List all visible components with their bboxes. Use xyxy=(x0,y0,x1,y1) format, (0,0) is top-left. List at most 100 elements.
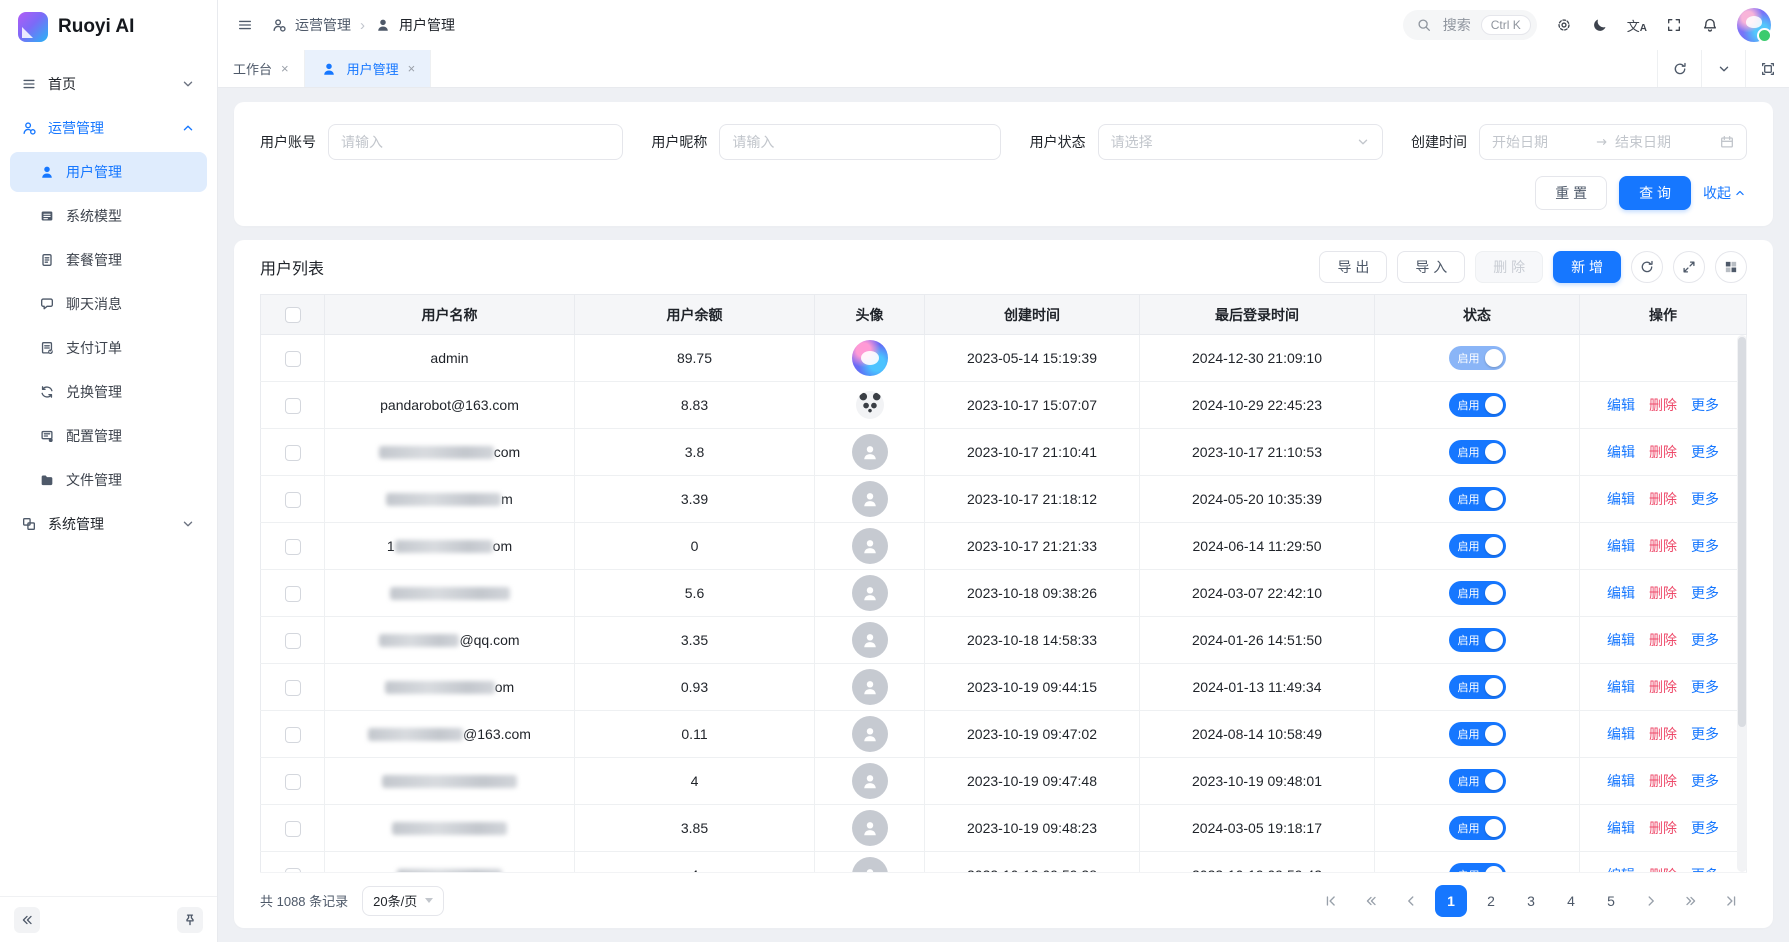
status-toggle[interactable]: 启用 xyxy=(1449,534,1506,558)
page-button[interactable]: 2 xyxy=(1475,885,1507,917)
row-checkbox[interactable] xyxy=(285,492,301,508)
sidebar-collapse-button[interactable] xyxy=(14,907,40,933)
close-icon[interactable]: × xyxy=(281,61,289,76)
delete-link[interactable]: 删除 xyxy=(1649,397,1677,413)
global-search[interactable]: 搜索 Ctrl K xyxy=(1403,10,1537,40)
more-link[interactable]: 更多 xyxy=(1691,444,1719,460)
sidebar-item[interactable]: 聊天消息 xyxy=(10,284,207,324)
edit-link[interactable]: 编辑 xyxy=(1607,679,1635,695)
breadcrumb-item-users[interactable]: 用户管理 xyxy=(374,15,455,35)
delete-link[interactable]: 删除 xyxy=(1649,538,1677,554)
jump-forward-button[interactable] xyxy=(1675,885,1707,917)
edit-link[interactable]: 编辑 xyxy=(1607,585,1635,601)
status-toggle[interactable]: 启用 xyxy=(1449,581,1506,605)
sidebar-item[interactable]: 用户管理 xyxy=(10,152,207,192)
edit-link[interactable]: 编辑 xyxy=(1607,820,1635,836)
edit-link[interactable]: 编辑 xyxy=(1607,397,1635,413)
row-checkbox[interactable] xyxy=(285,774,301,790)
delete-link[interactable]: 删除 xyxy=(1649,491,1677,507)
sidebar-item[interactable]: 系统模型 xyxy=(10,196,207,236)
status-toggle[interactable]: 启用 xyxy=(1449,393,1506,417)
status-toggle[interactable]: 启用 xyxy=(1449,675,1506,699)
more-link[interactable]: 更多 xyxy=(1691,397,1719,413)
add-button[interactable]: 新 增 xyxy=(1553,251,1621,283)
more-link[interactable]: 更多 xyxy=(1691,632,1719,648)
collapse-filters-link[interactable]: 收起 xyxy=(1703,183,1747,203)
page-button[interactable]: 5 xyxy=(1595,885,1627,917)
edit-link[interactable]: 编辑 xyxy=(1607,538,1635,554)
sidebar-group[interactable]: 系统管理 xyxy=(10,504,207,544)
more-link[interactable]: 更多 xyxy=(1691,773,1719,789)
breadcrumb-item-operations[interactable]: 运营管理 xyxy=(270,15,351,35)
more-link[interactable]: 更多 xyxy=(1691,679,1719,695)
page-size-select[interactable]: 20条/页 xyxy=(362,886,444,916)
date-range-picker[interactable] xyxy=(1479,124,1747,160)
delete-link[interactable]: 删除 xyxy=(1649,726,1677,742)
status-toggle[interactable]: 启用 xyxy=(1449,722,1506,746)
language-translate-icon[interactable]: 文A xyxy=(1627,16,1647,35)
select-all-checkbox[interactable] xyxy=(285,307,301,323)
status-select[interactable]: 请选择 xyxy=(1098,124,1383,160)
row-checkbox[interactable] xyxy=(285,727,301,743)
settings-gear-icon[interactable] xyxy=(1555,16,1573,34)
export-button[interactable]: 导 出 xyxy=(1319,251,1387,283)
status-toggle[interactable]: 启用 xyxy=(1449,628,1506,652)
edit-link[interactable]: 编辑 xyxy=(1607,632,1635,648)
query-button[interactable]: 查 询 xyxy=(1619,176,1691,210)
sidebar-group[interactable]: 首页 xyxy=(10,64,207,104)
more-link[interactable]: 更多 xyxy=(1691,820,1719,836)
notification-bell-icon[interactable] xyxy=(1701,16,1719,34)
end-date-input[interactable] xyxy=(1615,134,1691,150)
tab-maximize-button[interactable] xyxy=(1745,50,1789,87)
row-checkbox[interactable] xyxy=(285,680,301,696)
sidebar-group[interactable]: 运营管理 xyxy=(10,108,207,148)
row-checkbox[interactable] xyxy=(285,586,301,602)
tab-item[interactable]: 工作台× xyxy=(218,50,305,87)
refresh-table-button[interactable] xyxy=(1631,251,1663,283)
last-page-button[interactable] xyxy=(1715,885,1747,917)
start-date-input[interactable] xyxy=(1492,134,1568,150)
sidebar-item[interactable]: 兑换管理 xyxy=(10,372,207,412)
tab-refresh-button[interactable] xyxy=(1657,50,1701,87)
more-link[interactable]: 更多 xyxy=(1691,726,1719,742)
delete-link[interactable]: 删除 xyxy=(1649,632,1677,648)
row-checkbox[interactable] xyxy=(285,398,301,414)
status-toggle[interactable]: 启用 xyxy=(1449,816,1506,840)
jump-back-button[interactable] xyxy=(1355,885,1387,917)
account-input[interactable] xyxy=(328,124,623,160)
prev-page-button[interactable] xyxy=(1395,885,1427,917)
sidebar-pin-button[interactable] xyxy=(177,907,203,933)
edit-link[interactable]: 编辑 xyxy=(1607,491,1635,507)
delete-link[interactable]: 删除 xyxy=(1649,679,1677,695)
close-icon[interactable]: × xyxy=(408,61,416,76)
more-link[interactable]: 更多 xyxy=(1691,491,1719,507)
status-toggle[interactable]: 启用 xyxy=(1449,487,1506,511)
expand-table-button[interactable] xyxy=(1673,251,1705,283)
import-button[interactable]: 导 入 xyxy=(1397,251,1465,283)
row-checkbox[interactable] xyxy=(285,351,301,367)
page-button[interactable]: 4 xyxy=(1555,885,1587,917)
table-scrollbar-thumb[interactable] xyxy=(1738,337,1746,727)
row-checkbox[interactable] xyxy=(285,539,301,555)
user-avatar[interactable] xyxy=(1737,8,1771,42)
status-toggle[interactable]: 启用 xyxy=(1449,863,1506,872)
edit-link[interactable]: 编辑 xyxy=(1607,773,1635,789)
nickname-input[interactable] xyxy=(719,124,1001,160)
edit-link[interactable]: 编辑 xyxy=(1607,726,1635,742)
delete-link[interactable]: 删除 xyxy=(1649,585,1677,601)
fullscreen-icon[interactable] xyxy=(1665,16,1683,34)
status-toggle[interactable]: 启用 xyxy=(1449,346,1506,370)
sidebar-item[interactable]: 文件管理 xyxy=(10,460,207,500)
column-settings-button[interactable] xyxy=(1715,251,1747,283)
delete-link[interactable]: 删除 xyxy=(1649,820,1677,836)
tab-menu-button[interactable] xyxy=(1701,50,1745,87)
hamburger-menu-icon[interactable] xyxy=(236,16,254,34)
reset-button[interactable]: 重 置 xyxy=(1535,176,1607,210)
delete-button[interactable]: 删 除 xyxy=(1475,251,1543,283)
sidebar-item[interactable]: 套餐管理 xyxy=(10,240,207,280)
page-button[interactable]: 1 xyxy=(1435,885,1467,917)
sidebar-item[interactable]: 配置管理 xyxy=(10,416,207,456)
delete-link[interactable]: 删除 xyxy=(1649,773,1677,789)
edit-link[interactable]: 编辑 xyxy=(1607,444,1635,460)
more-link[interactable]: 更多 xyxy=(1691,585,1719,601)
